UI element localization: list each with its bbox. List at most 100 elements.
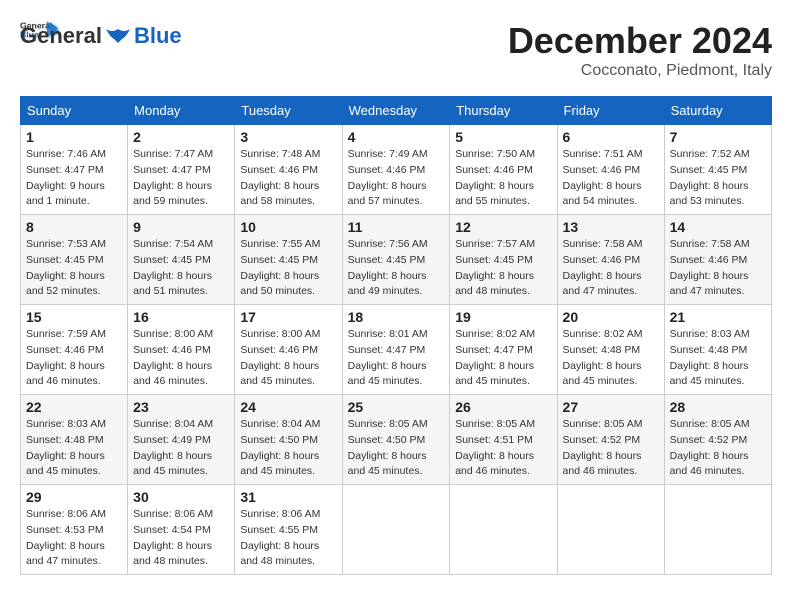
day-number: 11 — [348, 219, 445, 235]
calendar-cell: 23 Sunrise: 8:04 AMSunset: 4:49 PMDayligh… — [128, 395, 235, 485]
calendar-cell: 10 Sunrise: 7:55 AMSunset: 4:45 PMDayligh… — [235, 215, 342, 305]
day-info: Sunrise: 7:55 AMSunset: 4:45 PMDaylight:… — [240, 237, 336, 300]
day-number: 24 — [240, 399, 336, 415]
day-number: 4 — [348, 129, 445, 145]
day-info: Sunrise: 8:04 AMSunset: 4:50 PMDaylight:… — [240, 417, 336, 480]
calendar-cell: 6Sunrise: 7:51 AMSunset: 4:46 PMDaylight… — [557, 125, 664, 215]
day-info: Sunrise: 8:04 AMSunset: 4:49 PMDaylight:… — [133, 417, 229, 480]
day-number: 25 — [348, 399, 445, 415]
calendar-header-wednesday: Wednesday — [342, 97, 450, 125]
calendar-cell: 18 Sunrise: 8:01 AMSunset: 4:47 PMDayligh… — [342, 305, 450, 395]
calendar-cell: 17 Sunrise: 8:00 AMSunset: 4:46 PMDayligh… — [235, 305, 342, 395]
location: Cocconato, Piedmont, Italy — [508, 62, 772, 80]
calendar-week-1: 1 Sunrise: 7:46 AMSunset: 4:47 PMDaylight… — [21, 125, 772, 215]
calendar-cell: 7 Sunrise: 7:52 AMSunset: 4:45 PMDaylight… — [664, 125, 771, 215]
calendar-cell: 29 Sunrise: 8:06 AMSunset: 4:53 PMDayligh… — [21, 485, 128, 575]
calendar-cell: 8Sunrise: 7:53 AMSunset: 4:45 PMDaylight… — [21, 215, 128, 305]
calendar-cell — [342, 485, 450, 575]
calendar-cell: 27Sunrise: 8:05 AMSunset: 4:52 PMDayligh… — [557, 395, 664, 485]
calendar-week-4: 22 Sunrise: 8:03 AMSunset: 4:48 PMDayligh… — [21, 395, 772, 485]
day-number: 14 — [670, 219, 766, 235]
day-info: Sunrise: 7:47 AMSunset: 4:47 PMDaylight:… — [133, 147, 229, 210]
day-info: Sunrise: 8:00 AMSunset: 4:46 PMDaylight:… — [133, 327, 229, 390]
day-info: Sunrise: 8:00 AMSunset: 4:46 PMDaylight:… — [240, 327, 336, 390]
calendar-cell: 4Sunrise: 7:49 AMSunset: 4:46 PMDaylight… — [342, 125, 450, 215]
day-number: 9 — [133, 219, 229, 235]
day-number: 1 — [26, 129, 122, 145]
day-number: 13 — [563, 219, 659, 235]
logo: General Blue General Blue — [20, 20, 182, 48]
day-info: Sunrise: 8:06 AMSunset: 4:53 PMDaylight:… — [26, 507, 122, 570]
day-number: 26 — [455, 399, 551, 415]
day-info: Sunrise: 7:54 AMSunset: 4:45 PMDaylight:… — [133, 237, 229, 300]
calendar-cell: 20Sunrise: 8:02 AMSunset: 4:48 PMDayligh… — [557, 305, 664, 395]
calendar-cell: 12 Sunrise: 7:57 AMSunset: 4:45 PMDayligh… — [450, 215, 557, 305]
calendar-cell: 22 Sunrise: 8:03 AMSunset: 4:48 PMDayligh… — [21, 395, 128, 485]
day-number: 12 — [455, 219, 551, 235]
calendar-header-monday: Monday — [128, 97, 235, 125]
day-number: 2 — [133, 129, 229, 145]
logo-general-text: General — [20, 24, 102, 48]
day-info: Sunrise: 8:06 AMSunset: 4:54 PMDaylight:… — [133, 507, 229, 570]
title-section: December 2024 Cocconato, Piedmont, Italy — [508, 20, 772, 80]
day-info: Sunrise: 8:05 AMSunset: 4:52 PMDaylight:… — [670, 417, 766, 480]
day-number: 8 — [26, 219, 122, 235]
day-number: 31 — [240, 489, 336, 505]
calendar-cell: 31Sunrise: 8:06 AMSunset: 4:55 PMDayligh… — [235, 485, 342, 575]
day-number: 7 — [670, 129, 766, 145]
day-info: Sunrise: 7:52 AMSunset: 4:45 PMDaylight:… — [670, 147, 766, 210]
calendar-cell: 2 Sunrise: 7:47 AMSunset: 4:47 PMDaylight… — [128, 125, 235, 215]
day-number: 17 — [240, 309, 336, 325]
calendar-cell: 30Sunrise: 8:06 AMSunset: 4:54 PMDayligh… — [128, 485, 235, 575]
calendar-cell: 1 Sunrise: 7:46 AMSunset: 4:47 PMDaylight… — [21, 125, 128, 215]
day-info: Sunrise: 8:01 AMSunset: 4:47 PMDaylight:… — [348, 327, 445, 390]
calendar-cell: 9 Sunrise: 7:54 AMSunset: 4:45 PMDaylight… — [128, 215, 235, 305]
day-number: 18 — [348, 309, 445, 325]
month-title: December 2024 — [508, 20, 772, 62]
day-info: Sunrise: 8:05 AMSunset: 4:50 PMDaylight:… — [348, 417, 445, 480]
calendar-cell: 13 Sunrise: 7:58 AMSunset: 4:46 PMDayligh… — [557, 215, 664, 305]
day-info: Sunrise: 8:05 AMSunset: 4:51 PMDaylight:… — [455, 417, 551, 480]
calendar-header-saturday: Saturday — [664, 97, 771, 125]
day-info: Sunrise: 7:58 AMSunset: 4:46 PMDaylight:… — [563, 237, 659, 300]
day-info: Sunrise: 7:46 AMSunset: 4:47 PMDaylight:… — [26, 147, 122, 210]
day-number: 21 — [670, 309, 766, 325]
calendar-cell: 3 Sunrise: 7:48 AMSunset: 4:46 PMDaylight… — [235, 125, 342, 215]
calendar-cell — [664, 485, 771, 575]
day-number: 29 — [26, 489, 122, 505]
day-number: 15 — [26, 309, 122, 325]
day-info: Sunrise: 7:58 AMSunset: 4:46 PMDaylight:… — [670, 237, 766, 300]
calendar-cell: 21Sunrise: 8:03 AMSunset: 4:48 PMDayligh… — [664, 305, 771, 395]
calendar-header-thursday: Thursday — [450, 97, 557, 125]
day-number: 10 — [240, 219, 336, 235]
day-number: 28 — [670, 399, 766, 415]
day-number: 19 — [455, 309, 551, 325]
calendar-week-3: 15Sunrise: 7:59 AMSunset: 4:46 PMDayligh… — [21, 305, 772, 395]
calendar-cell: 15Sunrise: 7:59 AMSunset: 4:46 PMDayligh… — [21, 305, 128, 395]
day-number: 5 — [455, 129, 551, 145]
day-info: Sunrise: 7:50 AMSunset: 4:46 PMDaylight:… — [455, 147, 551, 210]
calendar-header-row: SundayMondayTuesdayWednesdayThursdayFrid… — [21, 97, 772, 125]
calendar-week-2: 8Sunrise: 7:53 AMSunset: 4:45 PMDaylight… — [21, 215, 772, 305]
calendar-cell: 16 Sunrise: 8:00 AMSunset: 4:46 PMDayligh… — [128, 305, 235, 395]
logo-bird-icon — [104, 27, 132, 45]
day-info: Sunrise: 7:57 AMSunset: 4:45 PMDaylight:… — [455, 237, 551, 300]
calendar-cell — [557, 485, 664, 575]
day-info: Sunrise: 7:51 AMSunset: 4:46 PMDaylight:… — [563, 147, 659, 210]
header: General Blue General Blue December 2024 … — [20, 20, 772, 80]
day-info: Sunrise: 8:02 AMSunset: 4:48 PMDaylight:… — [563, 327, 659, 390]
day-info: Sunrise: 8:05 AMSunset: 4:52 PMDaylight:… — [563, 417, 659, 480]
calendar-week-5: 29 Sunrise: 8:06 AMSunset: 4:53 PMDayligh… — [21, 485, 772, 575]
calendar-cell: 25 Sunrise: 8:05 AMSunset: 4:50 PMDayligh… — [342, 395, 450, 485]
calendar-cell: 26 Sunrise: 8:05 AMSunset: 4:51 PMDayligh… — [450, 395, 557, 485]
day-number: 23 — [133, 399, 229, 415]
calendar-cell: 19Sunrise: 8:02 AMSunset: 4:47 PMDayligh… — [450, 305, 557, 395]
calendar-cell: 14 Sunrise: 7:58 AMSunset: 4:46 PMDayligh… — [664, 215, 771, 305]
day-info: Sunrise: 8:03 AMSunset: 4:48 PMDaylight:… — [26, 417, 122, 480]
calendar-cell — [450, 485, 557, 575]
day-info: Sunrise: 7:48 AMSunset: 4:46 PMDaylight:… — [240, 147, 336, 210]
day-number: 22 — [26, 399, 122, 415]
day-number: 3 — [240, 129, 336, 145]
logo-blue-text: Blue — [134, 24, 182, 48]
day-number: 16 — [133, 309, 229, 325]
